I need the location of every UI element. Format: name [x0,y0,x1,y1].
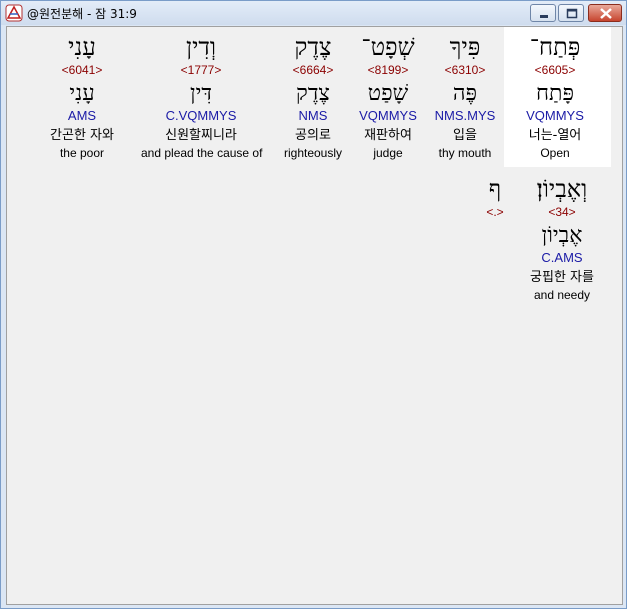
english-gloss: the poor [59,146,105,160]
morphology-code: C.VQMMYS [165,108,237,123]
korean-gloss: 신원할찌니라 [165,128,237,143]
strong-number-link[interactable]: <6041> [22,63,142,81]
strong-number-link[interactable]: <1777> [141,63,261,81]
strong-number-link[interactable]: <.> [435,205,555,223]
bible-app-icon [5,4,23,22]
minimize-icon [540,15,548,18]
lemma-word [435,223,555,251]
word-column[interactable]: ף <.> [435,175,555,288]
window-title: @원전분해 - 잠 31:9 [27,7,137,21]
maximize-icon [566,8,578,19]
title-bar[interactable]: @원전분해 - 잠 31:9 [1,1,626,25]
korean-gloss [435,270,555,288]
hebrew-word: צֶדֶק [294,33,332,61]
lemma-word: דִּין [190,81,212,106]
minimize-button[interactable] [530,4,556,22]
lemma-word: עָנִי [69,81,95,106]
app-window: @원전분해 - 잠 31:9 פְּתַח־ <6605> פָּתַח VQMMYS… [0,0,627,609]
hebrew-word: ף [488,175,502,203]
word-column[interactable]: עָנִי <6041> עָנִי AMS 간곤한 자와 the poor [22,33,142,160]
close-icon [600,8,612,19]
morphology-code: NMS [298,108,328,123]
interlinear-panel[interactable]: פְּתַח־ <6605> פָּתַח VQMMYS 너는-열어 Open פִּיךָ… [6,26,623,605]
english-gloss: and needy [533,288,591,302]
morphology-code [435,251,555,270]
morphology-code: AMS [67,108,97,123]
english-gloss: and plead the cause of [141,146,263,160]
word-column[interactable]: וְדִין <1777> דִּין C.VQMMYS 신원할찌니라 and plead… [141,33,263,160]
lemma-word: צֶדֶק [296,81,330,106]
english-gloss: righteously [283,146,343,160]
strong-number-link[interactable]: <6664> [253,63,373,81]
hebrew-word: עָנִי [68,33,96,61]
korean-gloss: 간곤한 자와 [50,128,114,143]
maximize-button[interactable] [558,4,584,22]
korean-gloss: 공의로 [295,128,331,143]
close-button[interactable] [588,4,622,22]
word-column[interactable]: צֶדֶק <6664> צֶדֶק NMS 공의로 righteously [253,33,373,160]
hebrew-word: וְדִין [185,33,217,61]
